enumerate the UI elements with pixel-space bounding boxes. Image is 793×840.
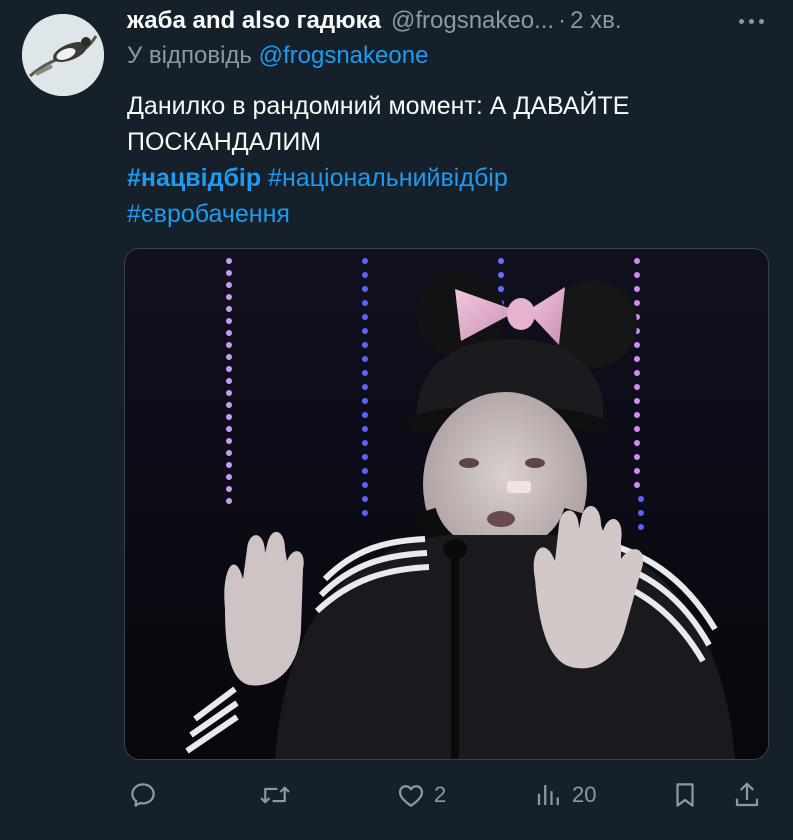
comment-icon	[131, 783, 155, 807]
share-button[interactable]	[732, 772, 762, 818]
tweet-actions: 2 20	[124, 772, 769, 818]
avatar-image	[22, 14, 104, 96]
heart-icon	[398, 785, 424, 807]
views-count: 20	[572, 782, 597, 807]
hashtag-link[interactable]: #євробачення	[127, 200, 290, 228]
tweet-media[interactable]	[124, 248, 769, 760]
analytics-icon	[537, 785, 559, 805]
reply-button[interactable]	[128, 772, 166, 818]
avatar[interactable]	[22, 14, 104, 96]
tweet-body: Данилко в рандомний момент: А ДАВАЙТЕ ПО…	[127, 92, 630, 156]
retweet-button[interactable]	[258, 772, 300, 818]
reply-mention-link[interactable]: @frogsnakeone	[259, 42, 429, 69]
timestamp[interactable]: 2 хв.	[570, 7, 621, 35]
views-button[interactable]: 20	[534, 772, 596, 818]
share-icon	[735, 782, 759, 807]
media-photo	[125, 249, 768, 759]
reply-context: У відповідь @frogsnakeone	[127, 42, 428, 70]
reply-prefix: У відповідь	[127, 42, 252, 69]
bookmark-button[interactable]	[670, 772, 700, 818]
more-horizontal-icon[interactable]	[731, 4, 771, 38]
tweet-header: жаба and also гадюка @frogsnakeo... · 2 …	[127, 4, 771, 38]
display-name[interactable]: жаба and also гадюка	[127, 7, 381, 35]
tweet-text: Данилко в рандомний момент: А ДАВАЙТЕ ПО…	[127, 88, 747, 232]
like-button[interactable]: 2	[396, 772, 446, 818]
retweet-icon	[260, 786, 290, 804]
hashtag-link[interactable]: #нацвідбір	[127, 164, 261, 192]
bookmark-icon	[676, 783, 694, 807]
like-count: 2	[434, 782, 447, 807]
tweet[interactable]: жаба and also гадюка @frogsnakeo... · 2 …	[0, 0, 793, 840]
user-handle[interactable]: @frogsnakeo...	[391, 7, 554, 35]
header-separator: ·	[558, 7, 567, 34]
hashtag-link[interactable]: #національнийвідбір	[268, 164, 508, 192]
